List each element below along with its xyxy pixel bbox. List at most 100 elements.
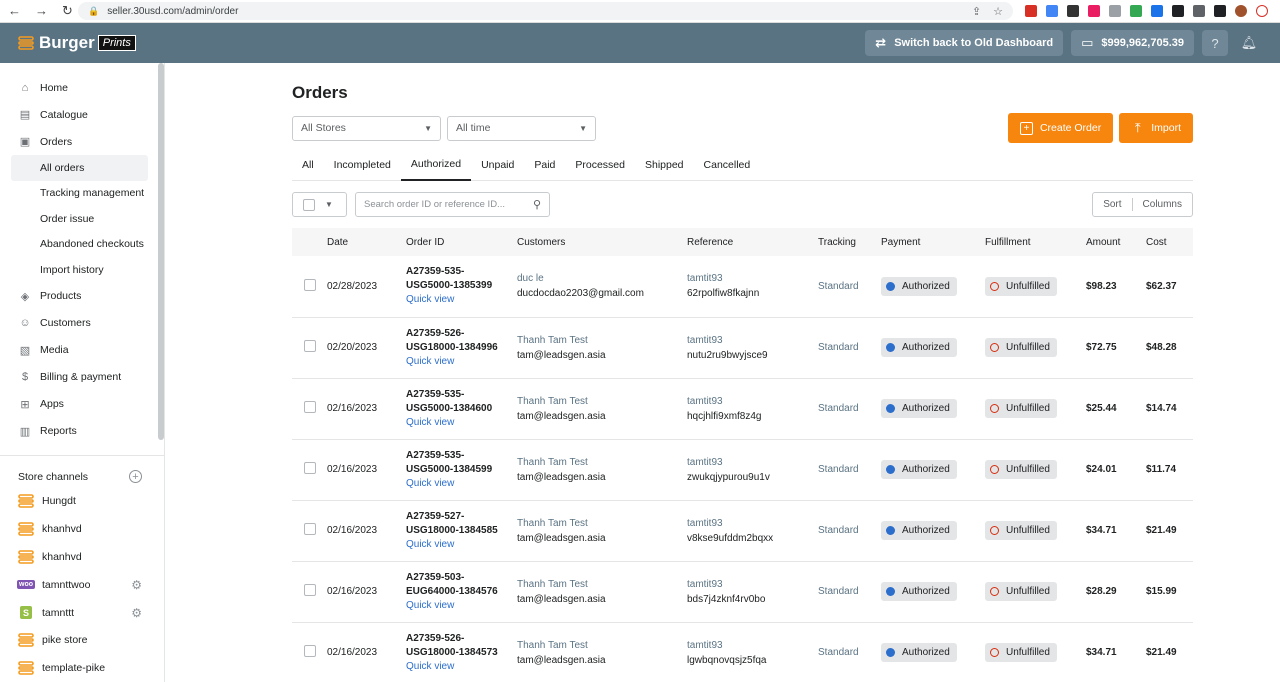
customer-name[interactable]: Thanh Tam Test [517,333,687,348]
share-icon[interactable]: ⇪ [972,5,981,18]
customer-name[interactable]: Thanh Tam Test [517,394,687,409]
column-header-customers[interactable]: Customers [517,228,687,256]
sort-button[interactable]: Sort [1103,199,1121,210]
sidebar-item-catalogue[interactable]: ▤ Catalogue [0,101,164,128]
column-header-amount[interactable]: Amount [1086,228,1146,256]
tab-authorized[interactable]: Authorized [400,149,472,181]
row-checkbox[interactable] [304,401,316,413]
store-channel-item[interactable]: woo tamnttwoo ⚙ [0,571,164,599]
customer-name[interactable]: Thanh Tam Test [517,455,687,470]
sidebar-item-apps[interactable]: ⊞ Apps [0,391,164,418]
help-button[interactable]: ? [1202,30,1228,56]
import-button[interactable]: ⤒ Import [1119,113,1193,143]
reference-store[interactable]: tamtit93 [687,577,818,592]
sidebar-item-reports[interactable]: ▥ Reports [0,418,164,445]
column-header-tracking[interactable]: Tracking [818,228,881,256]
extension-icon[interactable] [1151,5,1163,17]
menu-icon[interactable] [1193,5,1205,17]
reference-store[interactable]: tamtit93 [687,333,818,348]
reference-store[interactable]: tamtit93 [687,394,818,409]
customer-name[interactable]: duc le [517,271,687,286]
search-icon[interactable]: ⚲ [533,198,541,211]
store-channel-item[interactable]: template-pike [0,654,164,682]
column-header-cost[interactable]: Cost [1146,228,1193,256]
select-all-checkbox[interactable] [303,198,315,211]
forward-icon[interactable]: → [35,3,48,19]
store-channel-item[interactable]: Hungdt [0,488,164,516]
column-header-payment[interactable]: Payment [881,228,985,256]
row-checkbox[interactable] [304,462,316,474]
store-channel-item[interactable]: pike store [0,626,164,654]
bulk-select[interactable]: ▼ [292,192,347,217]
quick-view-link[interactable]: Quick view [406,538,517,552]
row-checkbox[interactable] [304,340,316,352]
customer-name[interactable]: Thanh Tam Test [517,577,687,592]
sidebar-subitem-import-history[interactable]: Import history [0,257,164,283]
switch-dashboard-button[interactable]: ⇄ Switch back to Old Dashboard [865,30,1064,56]
reference-store[interactable]: tamtit93 [687,455,818,470]
reference-store[interactable]: tamtit93 [687,271,818,286]
tab-incompleted[interactable]: Incompleted [324,149,401,181]
store-channel-item[interactable]: Stamnttt ⚙ [0,599,164,627]
search-input[interactable] [364,199,533,210]
quick-view-link[interactable]: Quick view [406,660,517,674]
address-bar[interactable]: 🔒 seller.30usd.com/admin/order ⇪ ☆ [78,2,1013,20]
update-icon[interactable] [1256,5,1268,17]
tab-unpaid[interactable]: Unpaid [471,149,524,181]
sidebar-scrollbar[interactable] [158,63,164,440]
store-filter-select[interactable]: All Stores ▼ [292,115,441,141]
sidebar-item-orders[interactable]: ▣ Orders [0,128,164,155]
customer-name[interactable]: Thanh Tam Test [517,516,687,531]
sidebar-subitem-order-issue[interactable]: Order issue [0,206,164,232]
sidebar-item-home[interactable]: ⌂ Home [0,74,164,101]
store-channel-item[interactable]: khanhvd [0,515,164,543]
reload-icon[interactable]: ↻ [62,3,73,19]
store-channel-item[interactable]: khanhvd [0,543,164,571]
table-row[interactable]: 02/16/2023 A27359-527- USG18000-1384585 Qui… [292,500,1193,561]
sidebar-subitem-abandoned-checkouts[interactable]: Abandoned checkouts [0,232,164,258]
balance-button[interactable]: ▭ $999,962,705.39 [1071,30,1194,56]
sidebar-item-billing-payment[interactable]: $ Billing & payment [0,364,164,391]
tab-paid[interactable]: Paid [524,149,565,181]
table-row[interactable]: 02/16/2023 A27359-503- EUG64000-1384576 Qui… [292,561,1193,622]
table-row[interactable]: 02/28/2023 A27359-535- USG5000-1385399 Quic… [292,256,1193,317]
logo[interactable]: Burger Prints [18,33,136,53]
extension-icon[interactable] [1046,5,1058,17]
row-checkbox[interactable] [304,584,316,596]
extension-icon[interactable] [1109,5,1121,17]
sidebar-item-customers[interactable]: ☺ Customers [0,310,164,337]
columns-button[interactable]: Columns [1143,199,1182,210]
row-checkbox[interactable] [304,523,316,535]
extension-icon[interactable] [1025,5,1037,17]
gear-icon[interactable]: ⚙ [131,606,142,620]
column-header-reference[interactable]: Reference [687,228,818,256]
add-channel-icon[interactable]: + [129,470,142,483]
notifications-button[interactable]: 🔔︎ [1236,30,1262,56]
quick-view-link[interactable]: Quick view [406,355,517,369]
column-header-fulfillment[interactable]: Fulfillment [985,228,1086,256]
extension-icon[interactable] [1130,5,1142,17]
quick-view-link[interactable]: Quick view [406,477,517,491]
tab-shipped[interactable]: Shipped [635,149,694,181]
table-row[interactable]: 02/16/2023 A27359-535- USG5000-1384599 Quic… [292,439,1193,500]
avatar[interactable] [1235,5,1247,17]
row-checkbox[interactable] [304,278,316,291]
time-filter-select[interactable]: All time ▼ [447,115,596,141]
extension-icon[interactable] [1088,5,1100,17]
quick-view-link[interactable]: Quick view [406,293,517,307]
quick-view-link[interactable]: Quick view [406,599,517,613]
bookmark-star-icon[interactable]: ☆ [993,5,1003,18]
tab-all[interactable]: All [292,149,324,181]
extension-icon[interactable] [1067,5,1079,17]
customer-name[interactable]: Thanh Tam Test [517,638,687,653]
tab-cancelled[interactable]: Cancelled [694,149,761,181]
sidebar-item-products[interactable]: ◈ Products [0,283,164,310]
row-checkbox[interactable] [304,645,316,657]
gear-icon[interactable]: ⚙ [131,578,142,592]
sidebar-subitem-all-orders[interactable]: All orders [11,155,148,181]
reference-store[interactable]: tamtit93 [687,638,818,653]
quick-view-link[interactable]: Quick view [406,416,517,430]
sidepanel-icon[interactable] [1214,5,1226,17]
table-row[interactable]: 02/20/2023 A27359-526- USG18000-1384996 Qui… [292,317,1193,378]
sidebar-item-media[interactable]: ▧ Media [0,337,164,364]
